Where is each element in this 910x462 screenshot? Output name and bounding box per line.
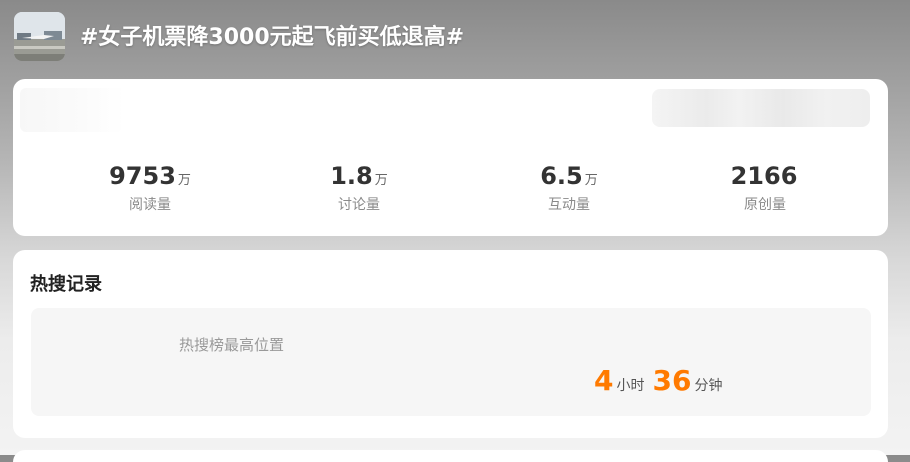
topic-title: #女子机票降3000元起飞前买低退高# — [80, 25, 465, 50]
next-card — [13, 450, 888, 462]
hot-search-peak-label: 热搜榜最高位置 — [179, 336, 285, 354]
stat-label: 互动量 — [548, 197, 590, 213]
stat-label: 讨论量 — [338, 197, 380, 213]
blurred-area — [20, 88, 125, 132]
stat-unit: 万 — [584, 173, 598, 188]
hot-search-duration: 4 小时 36 分钟 — [594, 364, 730, 397]
stat-label: 阅读量 — [129, 197, 171, 213]
stat-original-count: 2166 原创量 — [685, 162, 845, 214]
stat-value: 9753 — [109, 162, 176, 190]
stat-value: 1.8 — [330, 162, 373, 190]
stats-card: 9753 万 阅读量 1.8 万 讨论量 6.5 万 互动量 2166 原创量 — [13, 79, 888, 236]
stat-read-count: 9753 万 阅读量 — [70, 162, 230, 214]
hot-search-card: 热搜记录 热搜榜最高位置 4 小时 36 分钟 — [13, 250, 888, 438]
stat-unit: 万 — [374, 173, 388, 188]
duration-hours-unit: 小时 — [616, 378, 645, 394]
stat-interaction-count: 6.5 万 互动量 — [489, 162, 649, 214]
topic-thumbnail-image — [14, 12, 65, 61]
stat-value: 6.5 — [540, 162, 583, 190]
duration-minutes: 36 — [652, 364, 692, 397]
stat-value: 2166 — [730, 162, 798, 190]
stat-label: 原创量 — [744, 197, 786, 213]
duration-hours: 4 — [594, 364, 614, 397]
duration-minutes-unit: 分钟 — [694, 378, 723, 394]
hot-search-title: 热搜记录 — [30, 274, 102, 295]
hot-search-panel: 热搜榜最高位置 4 小时 36 分钟 — [31, 308, 871, 416]
stat-discussion-count: 1.8 万 讨论量 — [279, 162, 439, 214]
stat-unit: 万 — [177, 173, 191, 188]
blurred-button[interactable] — [652, 89, 870, 127]
